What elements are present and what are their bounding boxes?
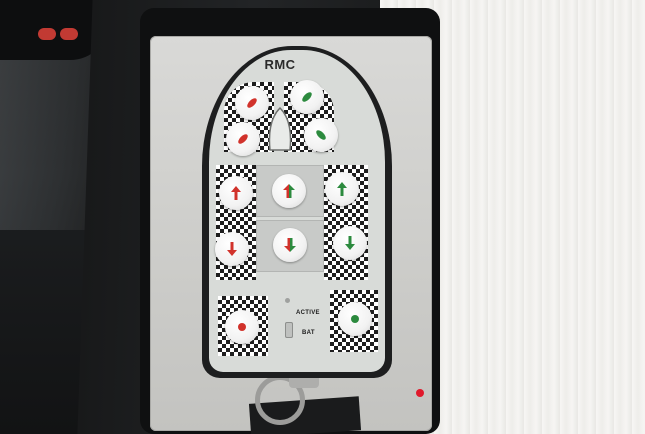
mid-left-button[interactable] (226, 122, 260, 156)
battery-label: BAT (302, 330, 315, 336)
brand-label: RMC (264, 57, 296, 72)
arrow-down-icon (345, 236, 355, 250)
arrow-up-dual-icon (283, 184, 295, 198)
leaf-icon (238, 134, 248, 144)
leaf-icon (316, 130, 326, 140)
stern-left-button[interactable] (225, 310, 259, 344)
stern-right-button[interactable] (338, 302, 372, 336)
dot-icon (238, 323, 246, 331)
boat-outline-icon (268, 106, 292, 151)
console-red-button (38, 28, 56, 40)
dot-icon (351, 315, 359, 323)
console-red-button (60, 28, 78, 40)
reverse-button[interactable] (273, 228, 307, 262)
forward-button[interactable] (272, 174, 306, 208)
bow-right-button[interactable] (290, 80, 324, 114)
turn-right-back-button[interactable] (333, 226, 367, 260)
arrow-up-icon (231, 186, 241, 200)
indicator-light (416, 389, 424, 397)
turn-right-forward-button[interactable] (325, 172, 359, 206)
photo-scene: RMC ACTIVE BAT (0, 0, 645, 434)
active-label: ACTIVE (296, 310, 320, 316)
bow-left-button[interactable] (235, 86, 269, 120)
arrow-up-icon (337, 182, 347, 196)
arrow-down-dual-icon (284, 238, 296, 252)
turn-left-forward-button[interactable] (219, 176, 253, 210)
arrow-down-icon (227, 242, 237, 256)
leaf-icon (302, 92, 312, 102)
active-led (285, 298, 290, 303)
turn-left-back-button[interactable] (215, 232, 249, 266)
mid-right-button[interactable] (304, 118, 338, 152)
battery-indicator (285, 322, 293, 338)
leaf-icon (247, 98, 257, 108)
